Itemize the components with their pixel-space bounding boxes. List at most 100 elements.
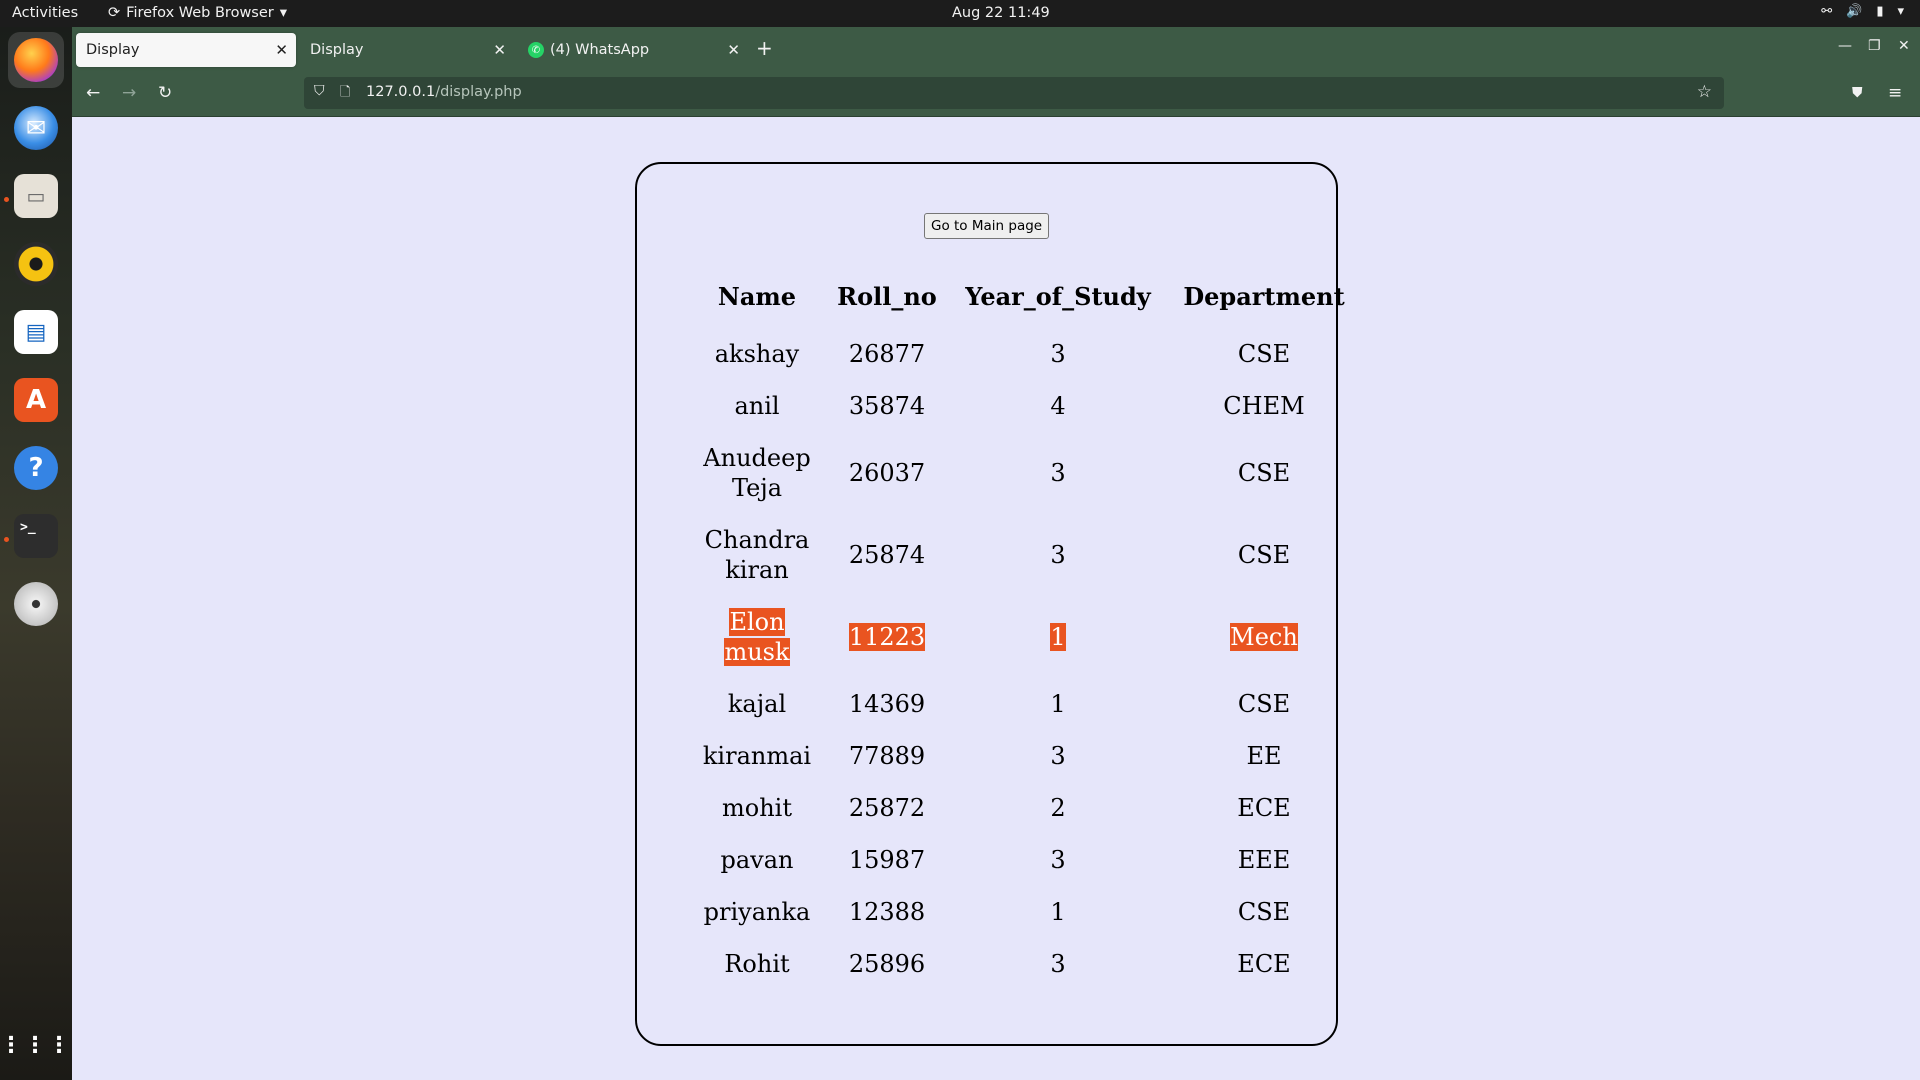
rhythmbox-icon [14, 242, 58, 286]
go-to-main-page-button[interactable]: Go to Main page [924, 213, 1050, 239]
dock-firefox[interactable] [8, 32, 64, 88]
chevron-down-icon: ▾ [279, 5, 288, 21]
cell-year: 3 [1050, 742, 1066, 770]
shield-icon[interactable]: ⛉ [314, 83, 325, 99]
students-table: Name Roll_no Year_of_Study Department ak… [692, 264, 1364, 990]
cell-name: priyanka [703, 898, 811, 926]
close-icon[interactable]: ✕ [493, 41, 506, 59]
cell-name: Rohit [724, 950, 790, 978]
column-header-year: Year_of_Study [965, 281, 1151, 311]
pocket-icon[interactable]: ⛊ [1852, 85, 1863, 101]
url-path: /display.php [435, 84, 522, 100]
cell-dept: EEE [1237, 846, 1291, 874]
new-tab-icon[interactable]: + [756, 36, 773, 60]
bookmark-star-icon[interactable]: ☆ [1697, 82, 1712, 102]
terminal-icon: >_ [14, 514, 58, 558]
tab-display-1[interactable]: Display ✕ [76, 33, 296, 67]
forward-icon[interactable]: → [122, 83, 136, 103]
app-menu[interactable]: ⟳ Firefox Web Browser ▾ [108, 5, 287, 21]
cell-dept: Mech [1230, 623, 1298, 651]
dock-help[interactable]: ? [8, 440, 64, 496]
minimize-icon[interactable]: — [1838, 38, 1852, 54]
table-row: akshay 26877 3 CSE [692, 328, 1364, 380]
system-tray[interactable]: ⚯ 🔊 ▮ ▾ [1821, 4, 1904, 19]
cell-name: kajal [727, 690, 787, 718]
hamburger-menu-icon[interactable]: ≡ [1888, 83, 1902, 103]
tab-label: Display [86, 42, 140, 58]
dock-disc[interactable] [8, 576, 64, 632]
table-row: anil 35874 4 CHEM [692, 380, 1364, 432]
chevron-down-icon: ▾ [1897, 4, 1904, 19]
table-row: pavan 15987 3 EEE [692, 834, 1364, 886]
cell-name: Anudeep Teja [703, 444, 811, 502]
cell-dept: CSE [1237, 340, 1291, 368]
cell-roll: 25872 [848, 794, 926, 822]
libreoffice-writer-icon: ▤ [14, 310, 58, 354]
activities-button[interactable]: Activities [12, 5, 78, 21]
thunderbird-icon: ✉ [14, 106, 58, 150]
firefox-icon [14, 38, 58, 82]
cell-dept: CHEM [1223, 392, 1305, 420]
cell-year: 4 [1050, 392, 1066, 420]
column-header-name: Name [717, 281, 797, 311]
cell-name: kiranmai [702, 742, 812, 770]
cell-year: 1 [1050, 898, 1066, 926]
firefox-small-icon: ⟳ [108, 5, 121, 21]
table-row: kajal 14369 1 CSE [692, 678, 1364, 730]
cell-year: 3 [1050, 459, 1066, 487]
whatsapp-icon: ✆ [528, 42, 544, 58]
cell-roll: 77889 [848, 742, 926, 770]
dock-files[interactable]: ▭ [8, 168, 64, 224]
address-bar[interactable]: ⛉ 🗋 127.0.0.1/display.php ☆ [304, 77, 1724, 109]
cell-name: anil [734, 392, 780, 420]
app-grid-icon: ⋮⋮⋮ [0, 1032, 72, 1058]
table-row: priyanka 12388 1 CSE [692, 886, 1364, 938]
battery-icon: ▮ [1876, 4, 1884, 19]
cell-roll: 35874 [848, 392, 926, 420]
cell-year: 1 [1050, 623, 1066, 651]
cell-roll: 15987 [848, 846, 926, 874]
system-top-bar: Activities ⟳ Firefox Web Browser ▾ Aug 2… [0, 0, 1920, 27]
cell-year: 3 [1050, 541, 1066, 569]
cell-name: mohit [722, 794, 792, 822]
cell-dept: CSE [1237, 459, 1291, 487]
software-center-icon: A [14, 378, 58, 422]
dock-rhythmbox[interactable] [8, 236, 64, 292]
restore-icon[interactable]: ❐ [1868, 38, 1881, 54]
table-row: mohit 25872 2 ECE [692, 782, 1364, 834]
network-icon: ⚯ [1821, 4, 1833, 19]
clock[interactable]: Aug 22 11:49 [952, 5, 1050, 21]
dock: ✉ ▭ ▤ A ? >_ ⋮⋮⋮ [0, 27, 72, 1080]
close-icon[interactable]: ✕ [727, 41, 740, 59]
cell-dept: CSE [1237, 541, 1291, 569]
cell-roll: 26037 [848, 459, 926, 487]
volume-icon: 🔊 [1846, 4, 1863, 19]
cell-year: 3 [1050, 846, 1066, 874]
app-menu-label: Firefox Web Browser [126, 5, 274, 21]
dock-writer[interactable]: ▤ [8, 304, 64, 360]
tab-display-2[interactable]: Display ✕ [300, 33, 514, 67]
back-icon[interactable]: ← [86, 83, 100, 103]
cell-year: 3 [1050, 950, 1066, 978]
close-window-icon[interactable]: ✕ [1898, 38, 1910, 54]
cell-dept: CSE [1237, 690, 1291, 718]
page-icon[interactable]: 🗋 [340, 83, 350, 105]
cell-roll: 25896 [848, 950, 926, 978]
show-applications-button[interactable]: ⋮⋮⋮ [0, 1017, 72, 1073]
cell-roll: 14369 [848, 690, 926, 718]
url-text[interactable]: 127.0.0.1/display.php [366, 84, 522, 100]
close-icon[interactable]: ✕ [275, 41, 288, 59]
dock-thunderbird[interactable]: ✉ [8, 100, 64, 156]
help-icon: ? [14, 446, 58, 490]
tab-label: Display [310, 42, 364, 58]
dock-software[interactable]: A [8, 372, 64, 428]
column-header-department: Department [1183, 281, 1345, 311]
table-header-row: Name Roll_no Year_of_Study Department [692, 264, 1364, 328]
cell-dept: EE [1246, 742, 1282, 770]
cell-year: 3 [1050, 340, 1066, 368]
cell-dept: ECE [1237, 950, 1291, 978]
dock-terminal[interactable]: >_ [8, 508, 64, 564]
cell-dept: CSE [1237, 898, 1291, 926]
tab-whatsapp[interactable]: ✆ (4) WhatsApp ✕ [518, 33, 748, 67]
reload-icon[interactable]: ↻ [158, 83, 172, 103]
